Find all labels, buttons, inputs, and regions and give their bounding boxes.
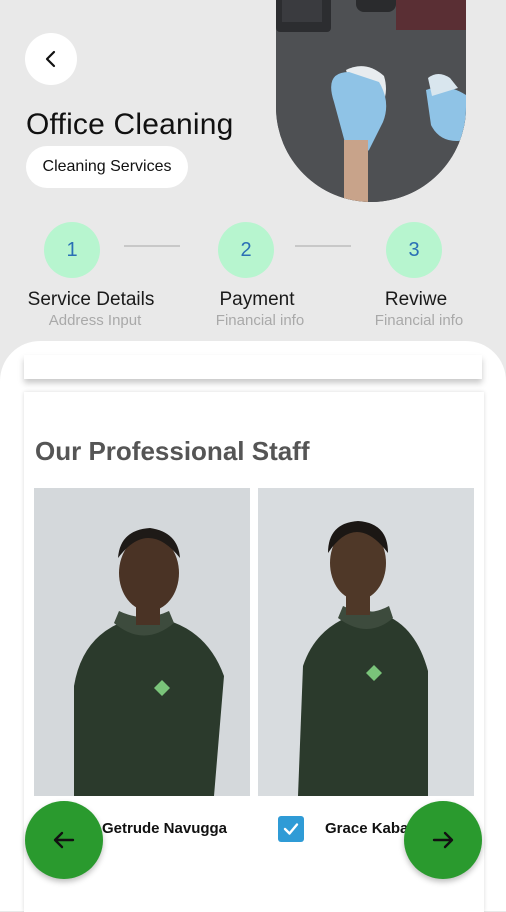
staff-photo-2[interactable] [258,488,474,796]
staff-2-checkbox[interactable] [278,816,304,842]
staff-photo-1[interactable] [34,488,250,796]
category-chip: Cleaning Services [26,146,188,188]
step-3-title: Reviwe [384,289,448,310]
step-3-circle[interactable]: 3 [386,222,442,278]
step-3-subtitle: Financial info [374,312,464,329]
collapsed-section-card[interactable] [24,355,482,379]
previous-button[interactable] [25,801,103,879]
step-1-subtitle: Address Input [48,312,142,329]
staff-name-1: Getrude Navugga [102,820,228,837]
category-label: Cleaning Services [42,158,172,175]
page-title: Office Cleaning [26,108,234,141]
step-2-circle[interactable]: 2 [218,222,274,278]
step-3-number: 3 [408,238,420,261]
step-2-title: Payment [219,289,295,310]
arrow-right-icon [432,831,454,849]
step-1-circle[interactable]: 1 [44,222,100,278]
staff-portrait-2 [258,488,474,796]
check-icon [283,823,299,835]
step-2-number: 2 [240,238,252,261]
next-button[interactable] [404,801,482,879]
step-connector-1 [124,245,180,247]
arrow-left-icon [53,831,75,849]
back-button[interactable] [25,33,77,85]
chevron-left-icon [45,50,56,68]
step-1-number: 1 [66,238,78,261]
step-connector-2 [295,245,351,247]
staff-portrait-1 [34,488,250,796]
cleaning-hands-illustration [276,0,466,202]
step-1-title: Service Details [27,289,155,310]
step-2-subtitle: Financial info [215,312,305,329]
staff-section-title: Our Professional Staff [35,436,310,466]
hero-image [276,0,466,202]
